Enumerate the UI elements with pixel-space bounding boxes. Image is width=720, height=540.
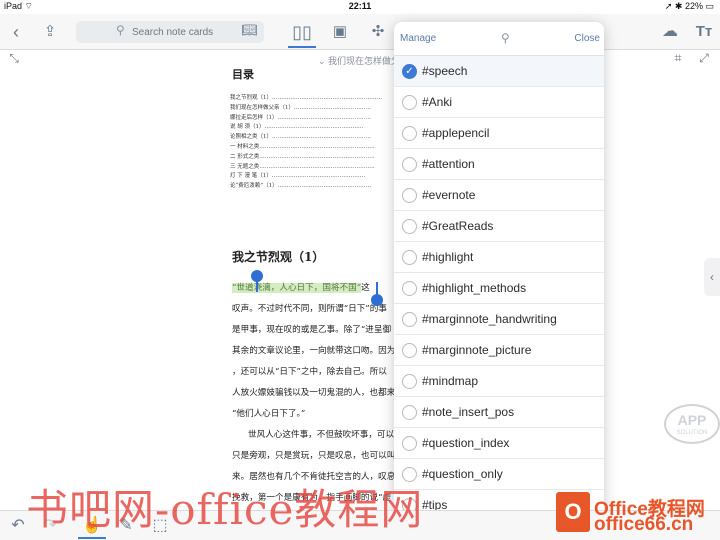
text-line: ，还可以从“日下”之中，除去自己。所以 <box>232 367 387 377</box>
tag-row[interactable]: #highlight <box>394 242 604 273</box>
mindmap-icon[interactable]: ✣ <box>364 14 392 50</box>
text-line: “他们人心日下了。” <box>232 409 306 419</box>
text-line: 其余的文章议论里，一向就带这口吻。因为 <box>232 346 396 356</box>
radio-circle-icon[interactable] <box>402 250 417 265</box>
side-drawer-chevron-icon[interactable]: ‹ <box>704 258 720 296</box>
office-watermark-line2: office66.cn <box>594 514 694 535</box>
text-highlight[interactable]: “世道浇漓，人心日下，国将不国” <box>232 283 362 293</box>
radio-circle-icon[interactable] <box>402 188 417 203</box>
tag-row[interactable]: #Anki <box>394 87 604 118</box>
app-solution-watermark: APP SOLUTION <box>664 404 720 444</box>
tag-label: #highlight_methods <box>422 281 527 295</box>
tag-label: #evernote <box>422 188 476 202</box>
tag-panel-header: Manage ⚲ Close <box>394 22 604 56</box>
tag-row[interactable]: #attention <box>394 149 604 180</box>
tag-row[interactable]: #question_index <box>394 428 604 459</box>
text-line: 是甲事，现在叹的或是乙事。除了“进呈御 <box>232 325 392 335</box>
site-watermark: 书吧网-office教程网 <box>26 485 424 534</box>
top-toolbar: ‹ ⇪ ⚲ 📖︎ ▯▯ ▣ ✣ ☁ Tт <box>0 14 720 50</box>
highlight-suffix: 这 <box>361 283 370 293</box>
selection-end-stem <box>376 282 378 296</box>
tag-label: #question_index <box>422 436 510 450</box>
clock: 22:11 <box>348 1 372 11</box>
tag-row[interactable]: #applepencil <box>394 118 604 149</box>
toc-entry[interactable]: 娜拉走后怎样（1）…………………………………………… <box>230 114 400 124</box>
book-view-icon[interactable]: ▯▯ <box>288 14 316 48</box>
status-bar: iPad ⌔ 22:11 ➚ ✱ 22% ▭ <box>0 0 720 14</box>
tag-label: #Anki <box>422 95 453 109</box>
tag-label: #note_insert_pos <box>422 405 515 419</box>
toc-entry[interactable]: 一 材料之类……………………………………………………… <box>230 143 400 153</box>
toc-entry[interactable]: 我之节烈观（1）…………………………………………………… <box>230 94 400 104</box>
book-icon[interactable]: 📖︎ <box>241 22 258 38</box>
tag-label: #GreatReads <box>422 219 494 233</box>
battery-status: ➚ ✱ 22% ▭ <box>664 1 714 11</box>
radio-circle-icon[interactable] <box>402 219 417 234</box>
search-input[interactable] <box>132 24 242 40</box>
close-button[interactable]: Close <box>574 33 600 44</box>
manage-button[interactable]: Manage <box>400 33 436 44</box>
collapse-icon[interactable]: ⤡ <box>0 40 28 76</box>
radio-circle-icon[interactable] <box>402 374 417 389</box>
checkmark-icon[interactable]: ✓ <box>402 64 417 79</box>
tag-row[interactable]: #marginnote_handwriting <box>394 304 604 335</box>
table-of-contents: 我之节烈观（1）…………………………………………………… 我们现在怎样做父亲（1）… <box>230 94 400 192</box>
toc-entry[interactable]: 灯 下 漫 笔（1）…………………………………………… <box>230 172 400 182</box>
text-line: 只是旁观，只是赏玩，只是叹息，也可以叫 <box>232 451 396 461</box>
radio-circle-icon[interactable] <box>402 157 417 172</box>
share-icon[interactable]: ⇪ <box>36 14 64 50</box>
radio-circle-icon[interactable] <box>402 281 417 296</box>
tag-label: #speech <box>422 64 468 78</box>
chapter-title: 我之节烈观（1） <box>232 250 325 264</box>
radio-circle-icon[interactable] <box>402 312 417 327</box>
radio-circle-icon[interactable] <box>402 95 417 110</box>
tag-list: ✓ #speech #Anki #applepencil #attention #ever… <box>394 56 604 521</box>
radio-circle-icon[interactable] <box>402 436 417 451</box>
expand-icon[interactable]: ⤢ <box>690 40 718 76</box>
office-logo-icon: O <box>556 492 590 532</box>
tag-label: #applepencil <box>422 126 490 140</box>
text-line: 人放火嫖妓骗钱以及一切鬼混的人，也都来 <box>232 388 396 398</box>
radio-circle-icon[interactable] <box>402 405 417 420</box>
tag-row[interactable]: #GreatReads <box>394 211 604 242</box>
tag-row[interactable]: #note_insert_pos <box>394 397 604 428</box>
toc-title: 目录 <box>232 68 254 81</box>
tag-label: #marginnote_handwriting <box>422 312 557 326</box>
tag-search-icon[interactable]: ⚲ <box>501 31 510 45</box>
tag-row[interactable]: #evernote <box>394 180 604 211</box>
tag-row[interactable]: #question_only <box>394 459 604 490</box>
tag-label: #question_only <box>422 467 503 481</box>
toc-entry[interactable]: 我们现在怎样做父亲（1）…………………………………… <box>230 104 400 114</box>
radio-circle-icon[interactable] <box>402 126 417 141</box>
tag-row[interactable]: #marginnote_picture <box>394 335 604 366</box>
tag-label: #attention <box>422 157 475 171</box>
search-icon: ⚲ <box>116 23 125 37</box>
tag-label: #mindmap <box>422 374 479 388</box>
crop-icon[interactable]: ⌗ <box>664 40 692 76</box>
tag-label: #highlight <box>422 250 474 264</box>
tag-row[interactable]: #mindmap <box>394 366 604 397</box>
selection-start-stem <box>256 280 258 292</box>
radio-circle-icon[interactable] <box>402 343 417 358</box>
outline-view-icon[interactable]: ▣ <box>326 14 354 50</box>
toc-entry[interactable]: 论“费厄泼赖”（1）…………………………………………… <box>230 182 400 192</box>
tag-row[interactable]: ✓ #speech <box>394 56 604 87</box>
toc-entry[interactable]: 三 无题之类……………………………………………………… <box>230 163 400 173</box>
document-page[interactable]: 目录 我之节烈观（1）…………………………………………………… 我们现在怎样做父亲… <box>220 62 400 512</box>
tag-panel: Manage ⚲ Close ✓ #speech #Anki #applepencil… <box>394 22 604 540</box>
search-bar[interactable]: ⚲ 📖︎ <box>76 21 264 43</box>
toc-entry[interactable]: 说 胡 须（1）……………………………………………… <box>230 123 400 133</box>
tag-row[interactable]: #highlight_methods <box>394 273 604 304</box>
toc-entry[interactable]: 论照相之类（1）……………………………………………… <box>230 133 400 143</box>
tag-label: #marginnote_picture <box>422 343 532 357</box>
toc-entry[interactable]: 二 形式之类……………………………………………………… <box>230 153 400 163</box>
